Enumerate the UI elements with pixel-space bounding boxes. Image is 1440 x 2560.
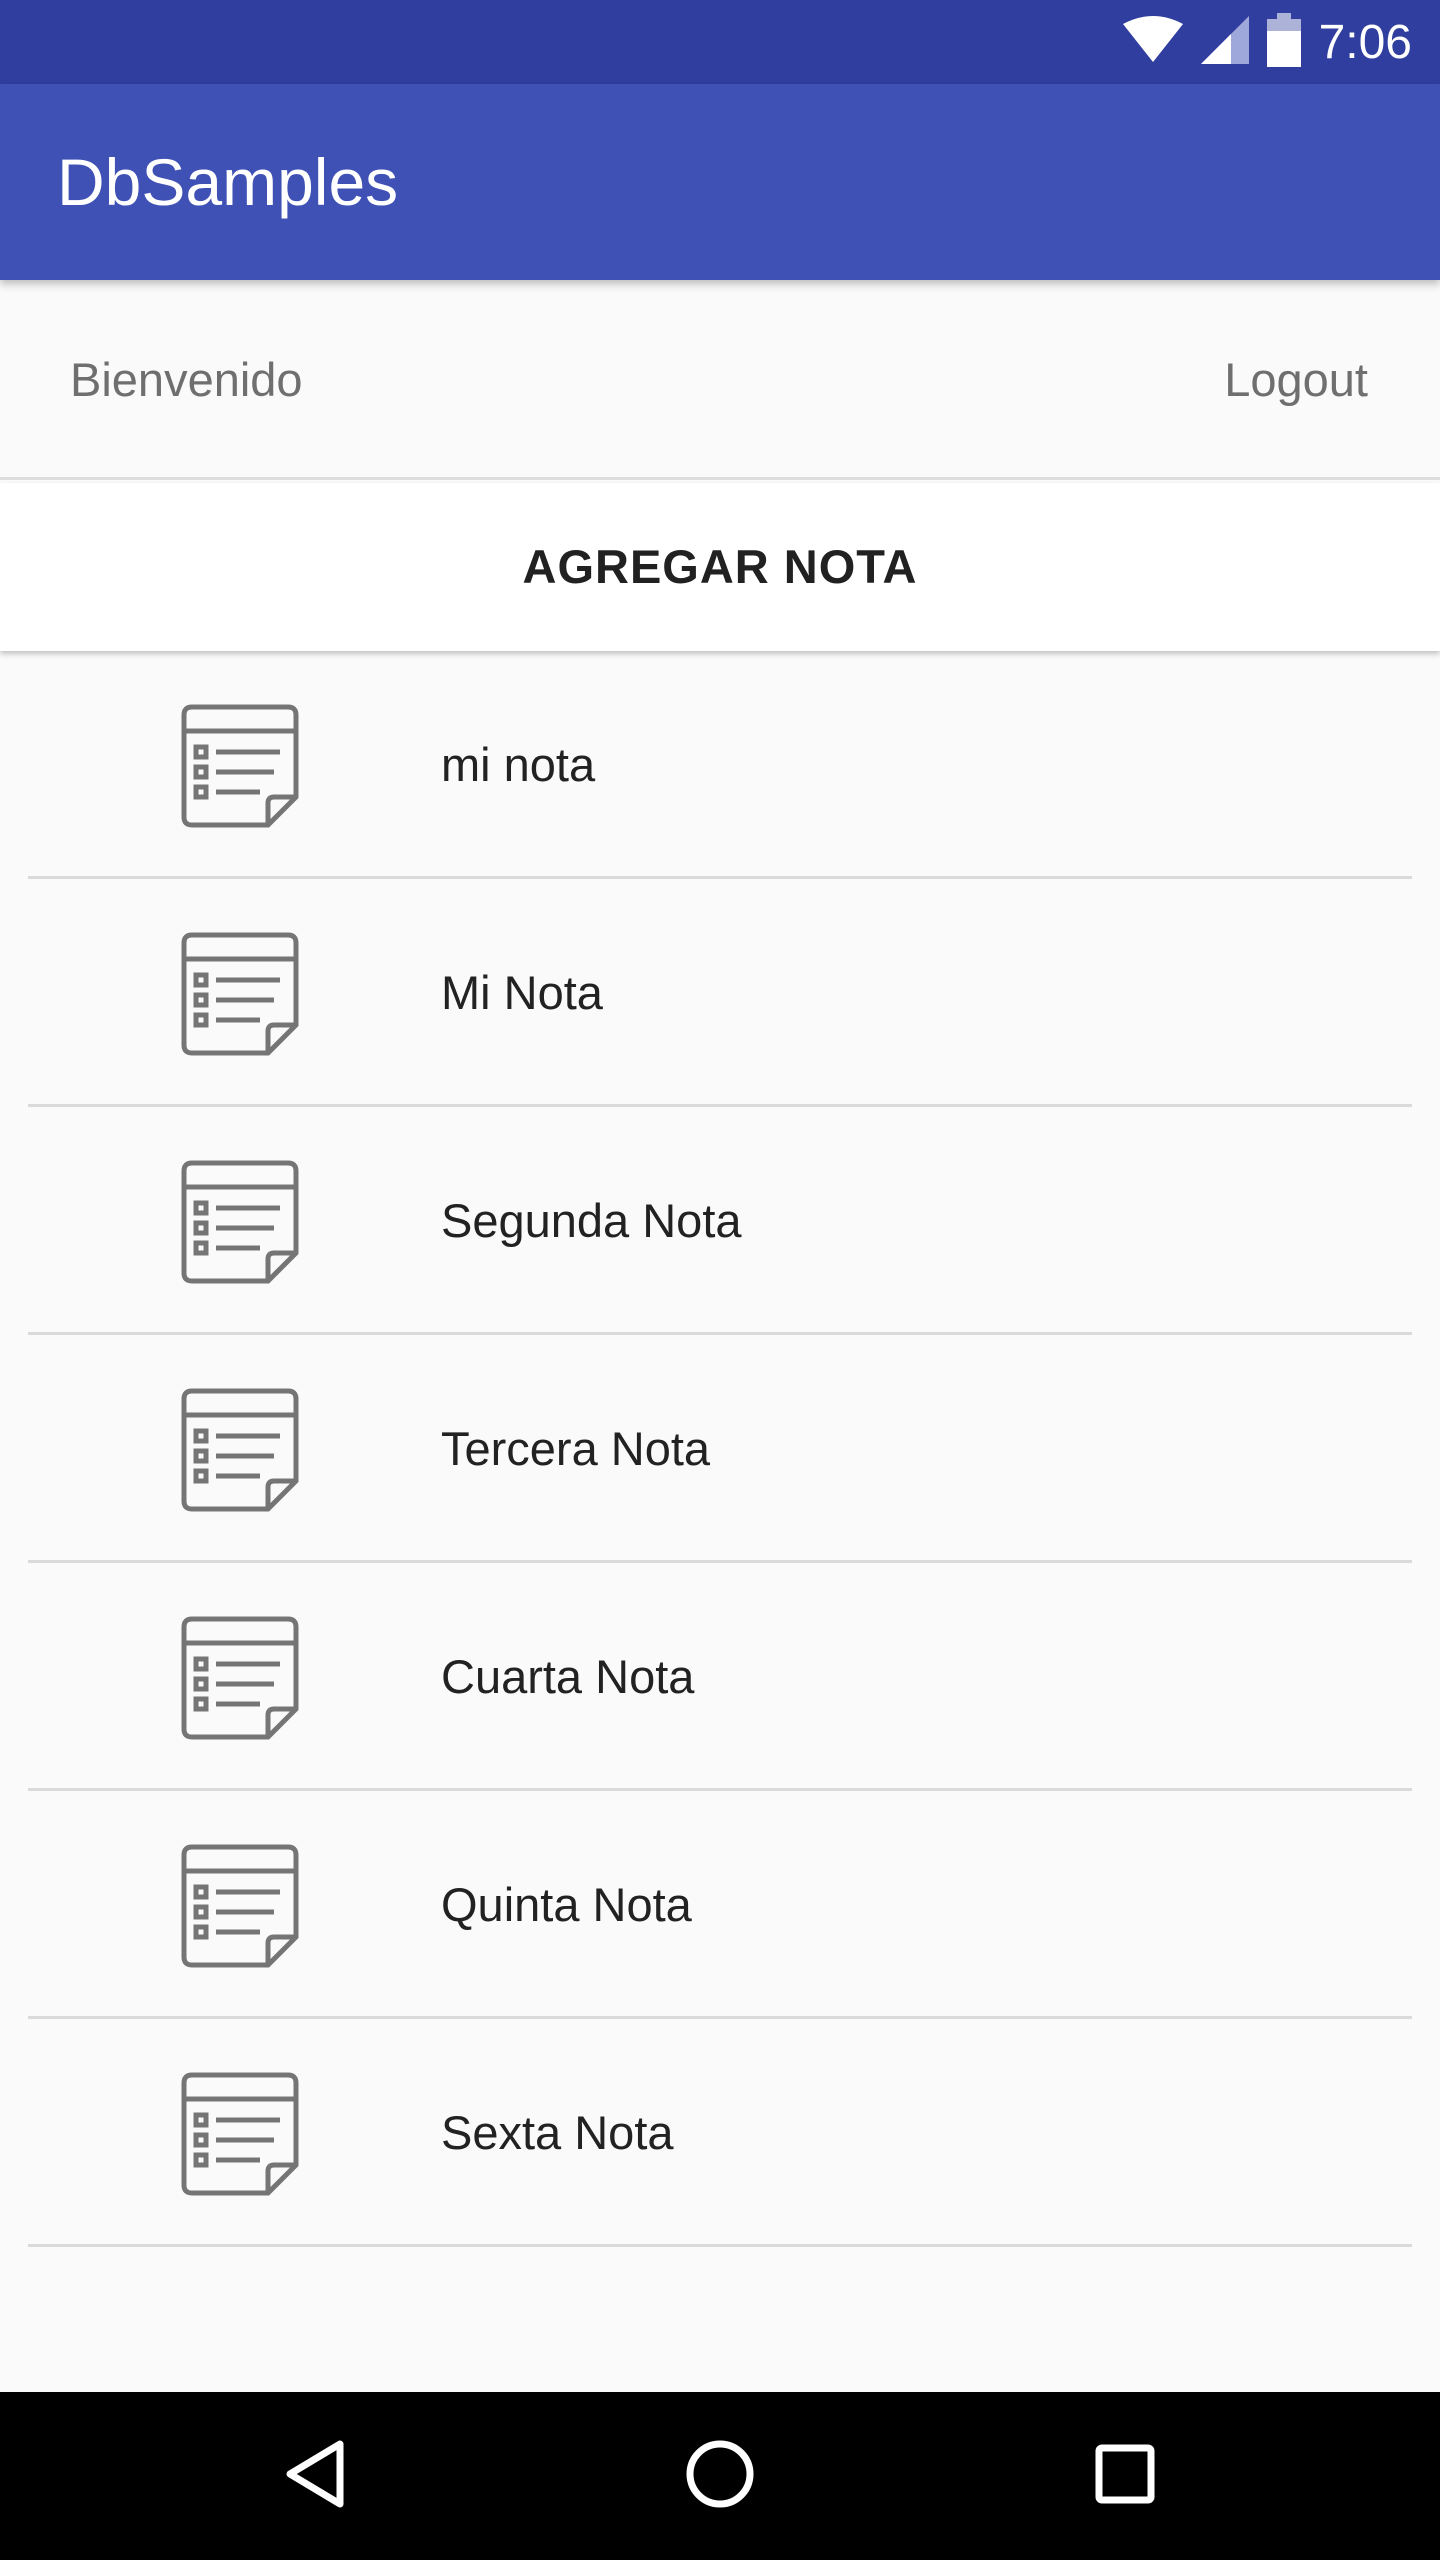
list-item[interactable]: Sexta Nota [0,2019,1440,2247]
recents-button[interactable] [1041,2392,1209,2560]
list-item[interactable]: Cuarta Nota [0,1563,1440,1791]
list-item[interactable]: Segunda Nota [0,1107,1440,1335]
note-title: mi nota [441,738,596,791]
note-list: mi nota Mi Nota Segunda Nota Tercera Not… [0,651,1440,2247]
home-icon [684,2438,756,2515]
back-icon [284,2438,348,2515]
divider [28,2244,1412,2247]
note-title: Mi Nota [441,966,603,1019]
note-title: Sexta Nota [441,2106,674,2159]
note-title: Segunda Nota [441,1194,742,1247]
back-button[interactable] [232,2392,400,2560]
welcome-text: Bienvenido [70,353,303,406]
list-item[interactable]: Mi Nota [0,879,1440,1107]
app-bar: DbSamples [0,84,1440,280]
note-icon [176,1613,304,1741]
status-time: 7:06 [1318,15,1412,69]
home-button[interactable] [636,2392,804,2560]
status-icons: 7:06 [1122,0,1412,84]
navigation-bar [0,2392,1440,2560]
list-item[interactable]: Quinta Nota [0,1791,1440,2019]
welcome-row: Bienvenido Logout [0,280,1440,480]
logout-button[interactable]: Logout [1224,280,1368,480]
wifi-icon [1122,15,1183,69]
note-title: Cuarta Nota [441,1650,695,1703]
status-bar: 7:06 [0,0,1440,84]
app-title: DbSamples [57,145,399,219]
list-item[interactable]: mi nota [0,651,1440,879]
note-title: Tercera Nota [441,1422,711,1475]
note-icon [176,1157,304,1285]
add-note-button[interactable]: AGREGAR NOTA [0,483,1440,651]
note-icon [176,1385,304,1513]
note-icon [176,1841,304,1969]
note-icon [176,2069,304,2197]
note-icon [176,701,304,829]
recents-icon [1093,2442,1157,2511]
battery-icon [1266,12,1301,72]
note-icon [176,929,304,1057]
cell-signal-icon [1200,15,1249,69]
note-title: Quinta Nota [441,1878,692,1931]
list-item[interactable]: Tercera Nota [0,1335,1440,1563]
